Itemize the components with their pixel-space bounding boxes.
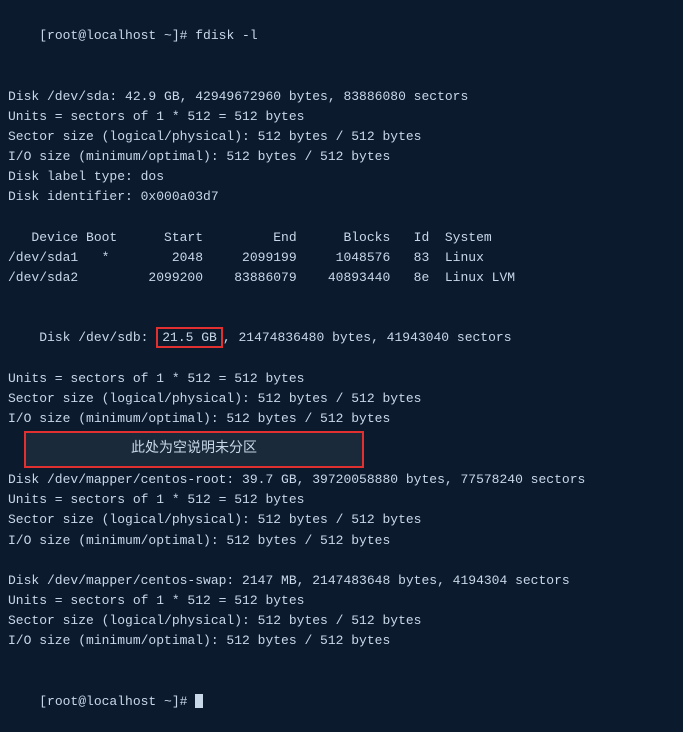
disk-sdb-suffix: , 21474836480 bytes, 41943040 sectors <box>223 330 512 345</box>
annotation-box: 此处为空说明未分区 <box>8 431 675 468</box>
disk-mapper-root-line4: I/O size (minimum/optimal): 512 bytes / … <box>8 531 675 551</box>
blank-line-2 <box>8 207 675 227</box>
blank-line-1 <box>8 66 675 86</box>
prompt-text: [root@localhost ~]# fdisk -l <box>39 28 257 43</box>
disk-sda-line3: Sector size (logical/physical): 512 byte… <box>8 127 675 147</box>
disk-mapper-swap-line1: Disk /dev/mapper/centos-swap: 2147 MB, 2… <box>8 571 675 591</box>
disk-sdb-highlight: 21.5 GB <box>156 327 223 348</box>
final-prompt-line: [root@localhost ~]# <box>8 672 675 732</box>
partition-sda2: /dev/sda2 2099200 83886079 40893440 8e L… <box>8 268 675 288</box>
blank-line-5 <box>8 551 675 571</box>
cursor-block <box>195 694 203 708</box>
disk-mapper-root-line1: Disk /dev/mapper/centos-root: 39.7 GB, 3… <box>8 470 675 490</box>
disk-sdb-line4: I/O size (minimum/optimal): 512 bytes / … <box>8 409 675 429</box>
terminal-window: [root@localhost ~]# fdisk -l Disk /dev/s… <box>0 0 683 639</box>
disk-sda-line6: Disk identifier: 0x000a03d7 <box>8 187 675 207</box>
disk-sda-line1: Disk /dev/sda: 42.9 GB, 42949672960 byte… <box>8 87 675 107</box>
disk-sda-line2: Units = sectors of 1 * 512 = 512 bytes <box>8 107 675 127</box>
disk-sdb-line3: Sector size (logical/physical): 512 byte… <box>8 389 675 409</box>
disk-mapper-swap-line2: Units = sectors of 1 * 512 = 512 bytes <box>8 591 675 611</box>
disk-mapper-root-line2: Units = sectors of 1 * 512 = 512 bytes <box>8 490 675 510</box>
disk-mapper-swap-line4: I/O size (minimum/optimal): 512 bytes / … <box>8 631 675 651</box>
disk-sda-line5: Disk label type: dos <box>8 167 675 187</box>
disk-sdb-prefix: Disk /dev/sdb: <box>39 330 156 345</box>
blank-line-7 <box>8 651 675 671</box>
disk-sdb-line2: Units = sectors of 1 * 512 = 512 bytes <box>8 369 675 389</box>
partition-table-header: Device Boot Start End Blocks Id System <box>8 228 675 248</box>
annotation-text: 此处为空说明未分区 <box>24 431 364 468</box>
command-line: [root@localhost ~]# fdisk -l <box>8 6 675 66</box>
final-prompt-text: [root@localhost ~]# <box>39 694 195 709</box>
disk-sdb-line1: Disk /dev/sdb: 21.5 GB, 21474836480 byte… <box>8 308 675 368</box>
disk-mapper-root-line3: Sector size (logical/physical): 512 byte… <box>8 510 675 530</box>
disk-sda-line4: I/O size (minimum/optimal): 512 bytes / … <box>8 147 675 167</box>
disk-mapper-swap-line3: Sector size (logical/physical): 512 byte… <box>8 611 675 631</box>
partition-sda1: /dev/sda1 * 2048 2099199 1048576 83 Linu… <box>8 248 675 268</box>
blank-line-3 <box>8 288 675 308</box>
